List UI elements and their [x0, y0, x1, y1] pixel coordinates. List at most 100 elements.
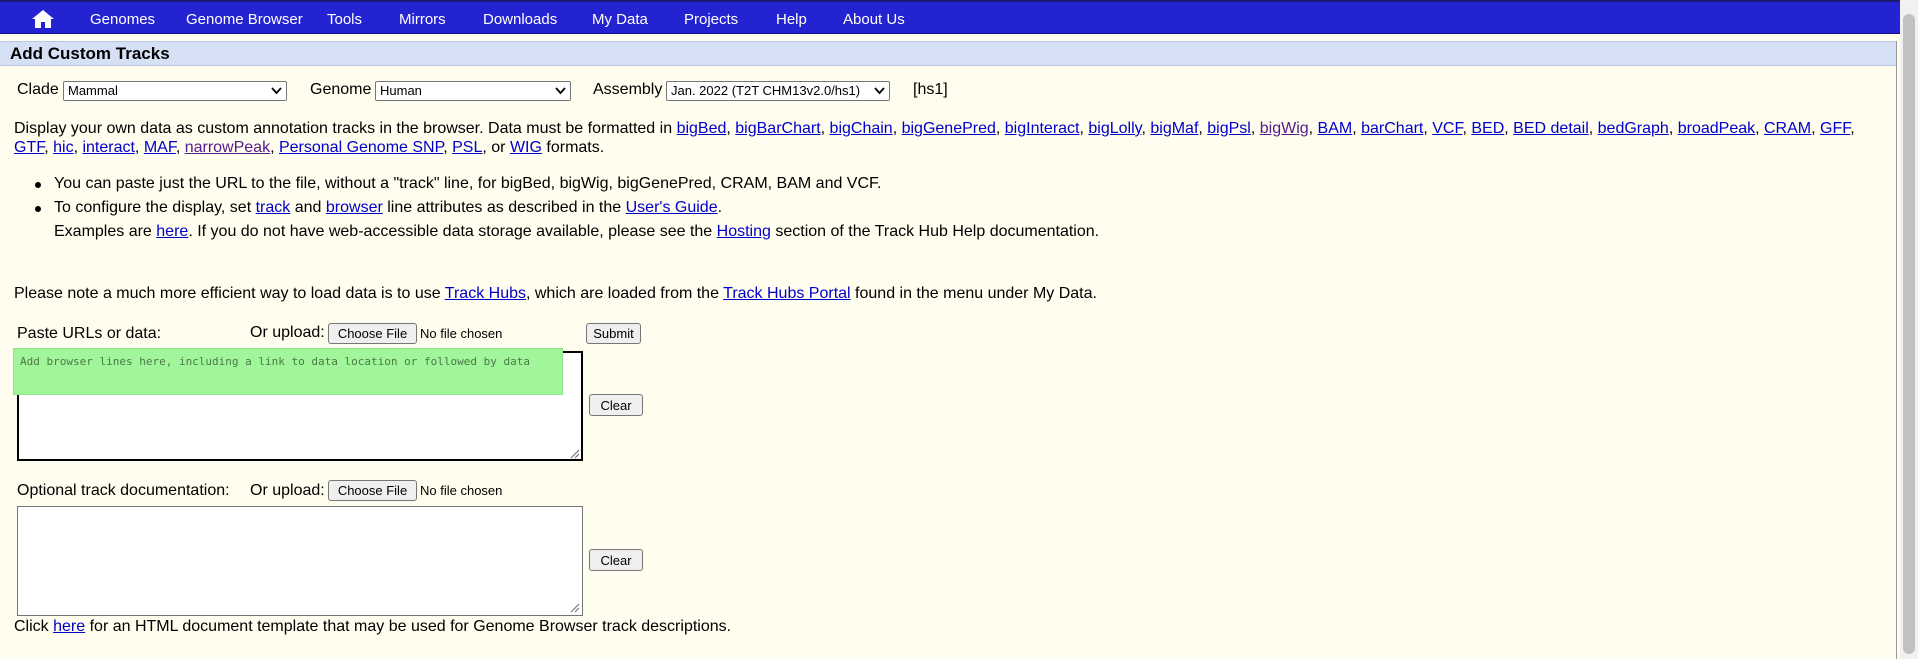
format-link-barchart[interactable]: barChart — [1361, 120, 1423, 137]
format-link-bigbarchart[interactable]: bigBarChart — [735, 120, 820, 137]
nav-help[interactable]: Help — [776, 11, 807, 28]
footer-text: Click — [14, 618, 49, 635]
doc-clear-button[interactable]: Clear — [589, 549, 643, 571]
note-text: Please note a much more efficient way to… — [14, 285, 441, 302]
format-link-interact[interactable]: interact — [82, 139, 134, 156]
assembly-label: Assembly — [593, 81, 663, 98]
bullet-url-paste: You can paste just the URL to the file, … — [54, 175, 881, 193]
track-hubs-link[interactable]: Track Hubs — [445, 285, 526, 302]
format-link-cram[interactable]: CRAM — [1764, 120, 1811, 137]
content-border — [1896, 41, 1897, 659]
format-link-broadpeak[interactable]: broadPeak — [1678, 120, 1755, 137]
doc-file-status: No file chosen — [420, 483, 503, 498]
format-link-vcf[interactable]: VCF — [1432, 120, 1462, 137]
resize-grip-icon[interactable] — [568, 447, 580, 459]
genome-select-value: Human — [380, 83, 422, 98]
intro-suffix: formats. — [546, 139, 605, 156]
nav-downloads[interactable]: Downloads — [483, 11, 557, 28]
intro-or: , or — [482, 139, 506, 156]
bullet-configure-text2: line attributes as described in the — [387, 199, 622, 216]
track-link[interactable]: track — [256, 199, 291, 216]
bullet-configure-and: and — [294, 199, 322, 216]
format-link-biginteract[interactable]: bigInteract — [1005, 120, 1080, 137]
format-link-psl[interactable]: PSL — [452, 139, 482, 156]
format-link-bigbed[interactable]: bigBed — [677, 120, 727, 137]
examples-text3: section of the Track Hub Help documentat… — [775, 223, 1100, 240]
page-scrollbar[interactable] — [1900, 0, 1918, 659]
track-hubs-portal-link[interactable]: Track Hubs Portal — [723, 285, 850, 302]
scrollbar-thumb[interactable] — [1903, 14, 1915, 654]
examples-line: Examples are here. If you do not have we… — [54, 223, 1099, 241]
nav-tools[interactable]: Tools — [327, 11, 362, 28]
note-text3: found in the menu under My Data. — [855, 285, 1097, 302]
submit-button[interactable]: Submit — [586, 323, 641, 344]
assembly-db-tag: [hs1] — [913, 81, 948, 98]
format-link-maf[interactable]: MAF — [144, 139, 176, 156]
page-title: Add Custom Tracks — [10, 44, 170, 63]
section-header: Add Custom Tracks — [0, 41, 1897, 66]
format-link-wig[interactable]: WIG — [510, 139, 542, 156]
paste-clear-button[interactable]: Clear — [589, 394, 643, 416]
bullet-url-paste-text: You can paste just the URL to the file, … — [54, 175, 882, 192]
intro-prefix: Display your own data as custom annotati… — [14, 120, 673, 137]
format-link-bigchain[interactable]: bigChain — [830, 120, 893, 137]
format-link-biglolly[interactable]: bigLolly — [1088, 120, 1141, 137]
format-link-bam[interactable]: BAM — [1318, 120, 1353, 137]
nav-genome-browser[interactable]: Genome Browser — [186, 11, 303, 28]
paste-or-upload-label: Or upload: — [250, 324, 325, 341]
footer-text2: for an HTML document template that may b… — [89, 618, 732, 635]
genome-label: Genome — [310, 81, 372, 98]
format-link-personal-genome-snp[interactable]: Personal Genome SNP — [279, 139, 443, 156]
examples-text2: . If you do not have web-accessible data… — [188, 223, 713, 240]
nav-projects[interactable]: Projects — [684, 11, 738, 28]
format-link-bed[interactable]: BED — [1471, 120, 1504, 137]
format-link-gff[interactable]: GFF — [1820, 120, 1850, 137]
clade-select-value: Mammal — [68, 83, 118, 98]
chevron-down-icon — [555, 87, 566, 95]
nav-mirrors[interactable]: Mirrors — [399, 11, 446, 28]
format-link-gtf[interactable]: GTF — [14, 139, 44, 156]
bullet-configure: To configure the display, set track and … — [54, 199, 722, 217]
nav-about-us[interactable]: About Us — [843, 11, 905, 28]
bullet-dot — [35, 206, 41, 212]
format-link-bedgraph[interactable]: bedGraph — [1598, 120, 1669, 137]
bullet-configure-period: . — [717, 199, 723, 216]
intro-paragraph: Display your own data as custom annotati… — [14, 119, 1884, 157]
paste-placeholder-text: Add browser lines here, including a link… — [20, 355, 530, 368]
format-link-bigpsl[interactable]: bigPsl — [1207, 120, 1251, 137]
users-guide-link[interactable]: User's Guide — [626, 199, 718, 216]
format-link-narrowpeak[interactable]: narrowPeak — [185, 139, 270, 156]
browser-link[interactable]: browser — [326, 199, 383, 216]
track-hubs-note: Please note a much more efficient way to… — [14, 285, 1097, 303]
paste-choose-file-button[interactable]: Choose File — [328, 323, 417, 344]
nav-genomes[interactable]: Genomes — [90, 11, 155, 28]
resize-grip-icon[interactable] — [568, 601, 580, 613]
doc-label: Optional track documentation: — [17, 482, 230, 499]
format-link-biggenepred[interactable]: bigGenePred — [902, 120, 996, 137]
assembly-select[interactable]: Jan. 2022 (T2T CHM13v2.0/hs1) — [666, 81, 890, 101]
paste-file-status: No file chosen — [420, 326, 503, 341]
format-link-bigwig[interactable]: bigWig — [1260, 120, 1309, 137]
assembly-select-value: Jan. 2022 (T2T CHM13v2.0/hs1) — [671, 83, 861, 98]
format-link-hic[interactable]: hic — [53, 139, 73, 156]
doc-choose-file-button[interactable]: Choose File — [328, 480, 417, 501]
doc-textarea[interactable] — [17, 506, 583, 616]
examples-here-link[interactable]: here — [156, 223, 188, 240]
genome-select[interactable]: Human — [375, 81, 571, 101]
hosting-link[interactable]: Hosting — [717, 223, 771, 240]
clade-label: Clade — [17, 81, 59, 98]
bullet-configure-text: To configure the display, set — [54, 199, 252, 216]
clade-select[interactable]: Mammal — [63, 81, 287, 101]
chevron-down-icon — [874, 87, 885, 95]
bullet-dot — [35, 182, 41, 188]
nav-my-data[interactable]: My Data — [592, 11, 648, 28]
format-link-bigmaf[interactable]: bigMaf — [1150, 120, 1198, 137]
paste-label: Paste URLs or data: — [17, 325, 162, 342]
examples-text: Examples are — [54, 223, 152, 240]
template-here-link[interactable]: here — [53, 618, 85, 635]
format-link-bed-detail[interactable]: BED detail — [1513, 120, 1589, 137]
format-links-line1: bigBed, bigBarChart, bigChain, bigGenePr… — [676, 120, 1855, 137]
template-footer: Click here for an HTML document template… — [14, 618, 731, 636]
format-links-line2: GTF, hic, interact, MAF, narrowPeak, Per… — [14, 139, 483, 156]
home-icon[interactable] — [30, 8, 56, 30]
